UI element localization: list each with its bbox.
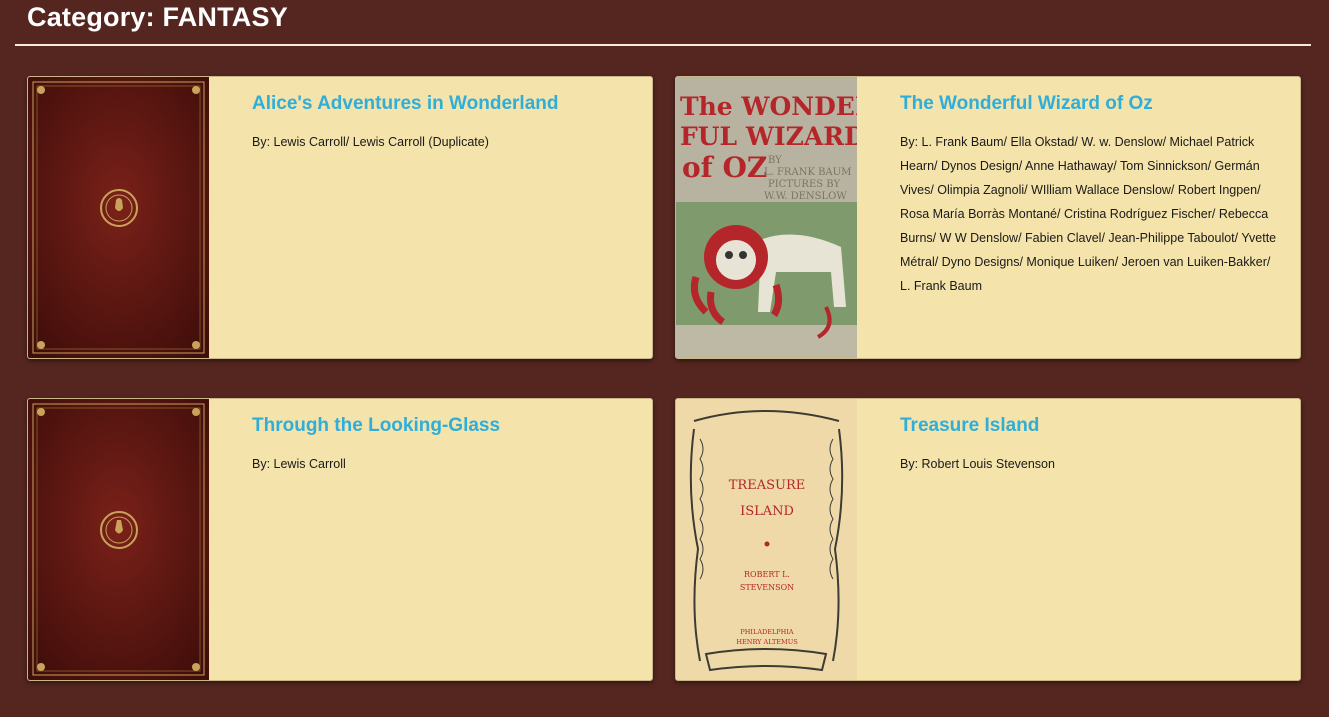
cover-title-line-3: of OZ bbox=[682, 151, 767, 184]
book-authors: By: Lewis Carroll bbox=[252, 457, 346, 471]
cover-title-line-2: FUL WIZARD bbox=[680, 122, 857, 151]
cover-publisher-line-1: PHILADELPHIA bbox=[740, 628, 794, 636]
book-authors: By: Robert Louis Stevenson bbox=[900, 457, 1055, 471]
cover-author: L. FRANK BAUM bbox=[764, 167, 851, 178]
book-title-link[interactable]: Alice's Adventures in Wonderland bbox=[252, 93, 558, 115]
book-authors: By: L. Frank Baum/ Ella Okstad/ W. w. De… bbox=[900, 135, 1277, 293]
book-authors: By: Lewis Carroll/ Lewis Carroll (Duplic… bbox=[252, 135, 489, 149]
cover-publisher-line-2: HENRY ALTEMUS bbox=[736, 638, 797, 646]
cover-author-line-2: STEVENSON bbox=[740, 583, 794, 592]
leather-book-cover-icon[interactable] bbox=[28, 399, 209, 680]
cover-title-line-1: TREASURE bbox=[729, 478, 805, 493]
book-title-link[interactable]: Treasure Island bbox=[900, 415, 1039, 437]
lion-illustration-cover-icon[interactable]: The WONDER- FUL WIZARD of OZ BY L. FRANK… bbox=[676, 77, 857, 358]
book-card[interactable]: TREASURE ISLAND ROBERT L. STEVENSON PHIL… bbox=[675, 398, 1301, 681]
cover-pictures-by: PICTURES BY bbox=[768, 179, 840, 190]
book-title-link[interactable]: Through the Looking-Glass bbox=[252, 415, 500, 437]
cover-illustrator: W.W. DENSLOW bbox=[764, 191, 847, 202]
cover-by: BY bbox=[768, 155, 782, 166]
ornate-frame-cover-icon[interactable]: TREASURE ISLAND ROBERT L. STEVENSON PHIL… bbox=[676, 399, 857, 680]
cover-author-line-1: ROBERT L. bbox=[744, 570, 790, 579]
book-card[interactable]: The WONDER- FUL WIZARD of OZ BY L. FRANK… bbox=[675, 76, 1301, 359]
category-header: Category: FANTASY bbox=[15, 0, 1311, 46]
leather-book-cover-icon[interactable] bbox=[28, 77, 209, 358]
book-title-link[interactable]: The Wonderful Wizard of Oz bbox=[900, 93, 1153, 115]
book-card[interactable]: Alice's Adventures in Wonderland By: Lew… bbox=[27, 76, 653, 359]
page-title: Category: FANTASY bbox=[27, 2, 288, 32]
book-card[interactable]: Through the Looking-Glass By: Lewis Carr… bbox=[27, 398, 653, 681]
cover-title-line-1: The WONDER- bbox=[680, 92, 857, 121]
cover-title-line-2: ISLAND bbox=[740, 504, 794, 519]
